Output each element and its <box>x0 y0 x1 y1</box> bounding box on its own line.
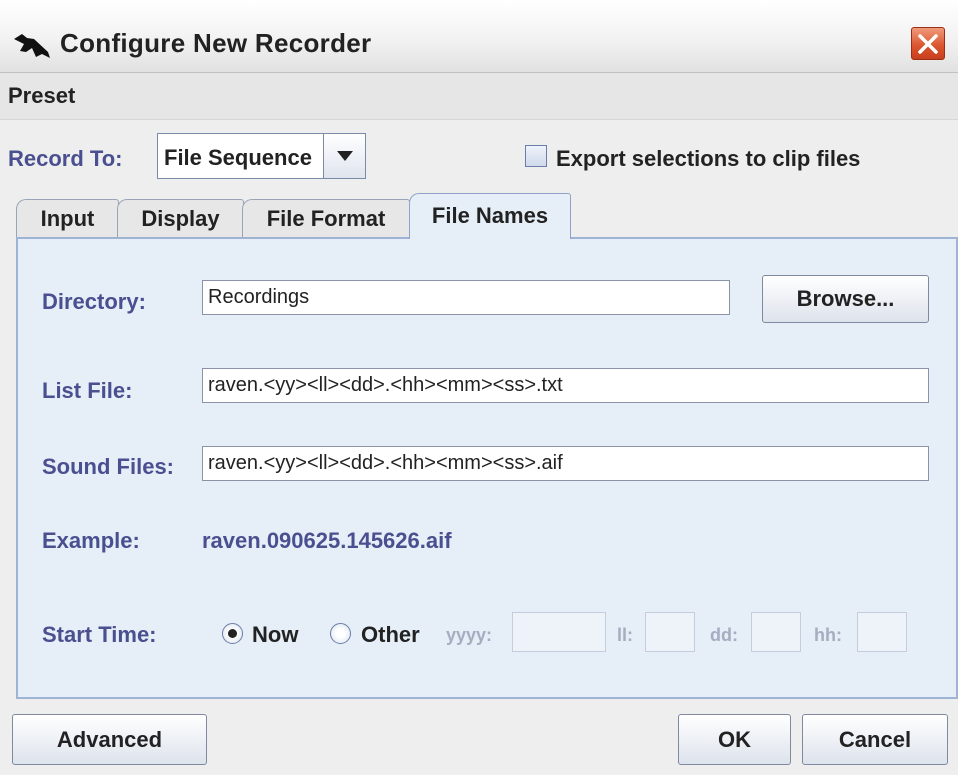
export-clip-files-checkbox[interactable] <box>525 145 547 167</box>
browse-button[interactable]: Browse... <box>762 275 929 323</box>
yyyy-label: yyyy: <box>446 625 493 645</box>
raven-app-icon <box>14 34 50 58</box>
hh-label: hh: <box>814 625 842 645</box>
other-radio-label[interactable]: Other <box>361 622 420 648</box>
sound-files-label: Sound Files: <box>42 454 174 479</box>
ll-label: ll: <box>617 625 633 645</box>
title-bar[interactable]: Configure New Recorder <box>0 0 958 73</box>
list-file-field[interactable]: raven.<yy><ll><dd>.<hh><mm><ss>.txt <box>202 368 929 403</box>
cancel-button[interactable]: Cancel <box>802 714 948 765</box>
tab-file-names[interactable]: File Names <box>409 193 571 239</box>
configure-recorder-dialog: Configure New Recorder Preset Record To:… <box>0 0 958 775</box>
directory-label: Directory: <box>42 289 146 314</box>
button-bar: Advanced OK Cancel <box>0 700 958 775</box>
window-title: Configure New Recorder <box>60 28 372 58</box>
advanced-button[interactable]: Advanced <box>12 714 207 765</box>
directory-field[interactable]: Recordings <box>202 280 730 315</box>
yyyy-field <box>512 612 606 652</box>
record-to-label: Record To: <box>8 146 123 171</box>
tab-file-format[interactable]: File Format <box>242 199 410 238</box>
example-value: raven.090625.145626.aif <box>202 528 452 553</box>
example-label: Example: <box>42 528 140 553</box>
close-icon <box>918 34 938 54</box>
menu-bar: Preset <box>0 73 958 120</box>
other-radio[interactable] <box>330 623 351 644</box>
menu-preset[interactable]: Preset <box>8 83 75 109</box>
dd-field <box>751 612 801 652</box>
hh-field <box>857 612 907 652</box>
radio-selected-dot <box>228 629 237 638</box>
dropdown-arrow-button[interactable] <box>323 134 365 178</box>
list-file-label: List File: <box>42 378 133 403</box>
tab-input[interactable]: Input <box>16 199 119 238</box>
start-time-label: Start Time: <box>42 622 157 647</box>
dd-label: dd: <box>710 625 738 645</box>
chevron-down-icon <box>337 151 353 161</box>
tab-display[interactable]: Display <box>117 199 244 238</box>
now-radio[interactable] <box>222 623 243 644</box>
record-to-selected: File Sequence <box>164 145 312 170</box>
close-button[interactable] <box>911 27 945 60</box>
now-radio-label[interactable]: Now <box>252 622 298 648</box>
tab-strip: Input Display File Format File Names <box>16 193 958 239</box>
sound-files-field[interactable]: raven.<yy><ll><dd>.<hh><mm><ss>.aif <box>202 446 929 481</box>
export-clip-files-label[interactable]: Export selections to clip files <box>556 146 860 172</box>
ll-field <box>645 612 695 652</box>
ok-button[interactable]: OK <box>678 714 791 765</box>
record-to-dropdown[interactable]: File Sequence <box>157 133 366 179</box>
